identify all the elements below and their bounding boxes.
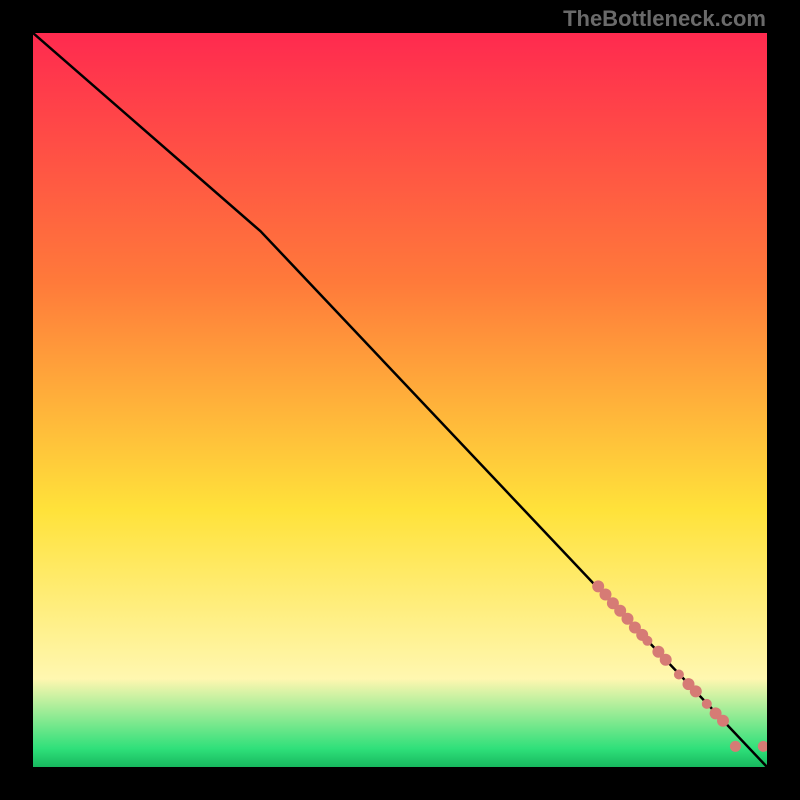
marker-dot — [717, 715, 729, 727]
plot-area — [33, 33, 767, 767]
attribution-text: TheBottleneck.com — [563, 6, 766, 32]
marker-dot — [690, 685, 702, 697]
marker-dot — [702, 699, 712, 709]
marker-dot — [730, 741, 741, 752]
chart-stage: TheBottleneck.com — [0, 0, 800, 800]
marker-dot — [660, 654, 672, 666]
chart-overlay — [33, 33, 767, 767]
marker-dot — [642, 636, 652, 646]
marker-dot — [758, 741, 767, 752]
marker-layer — [592, 580, 767, 752]
marker-dot — [674, 670, 684, 680]
